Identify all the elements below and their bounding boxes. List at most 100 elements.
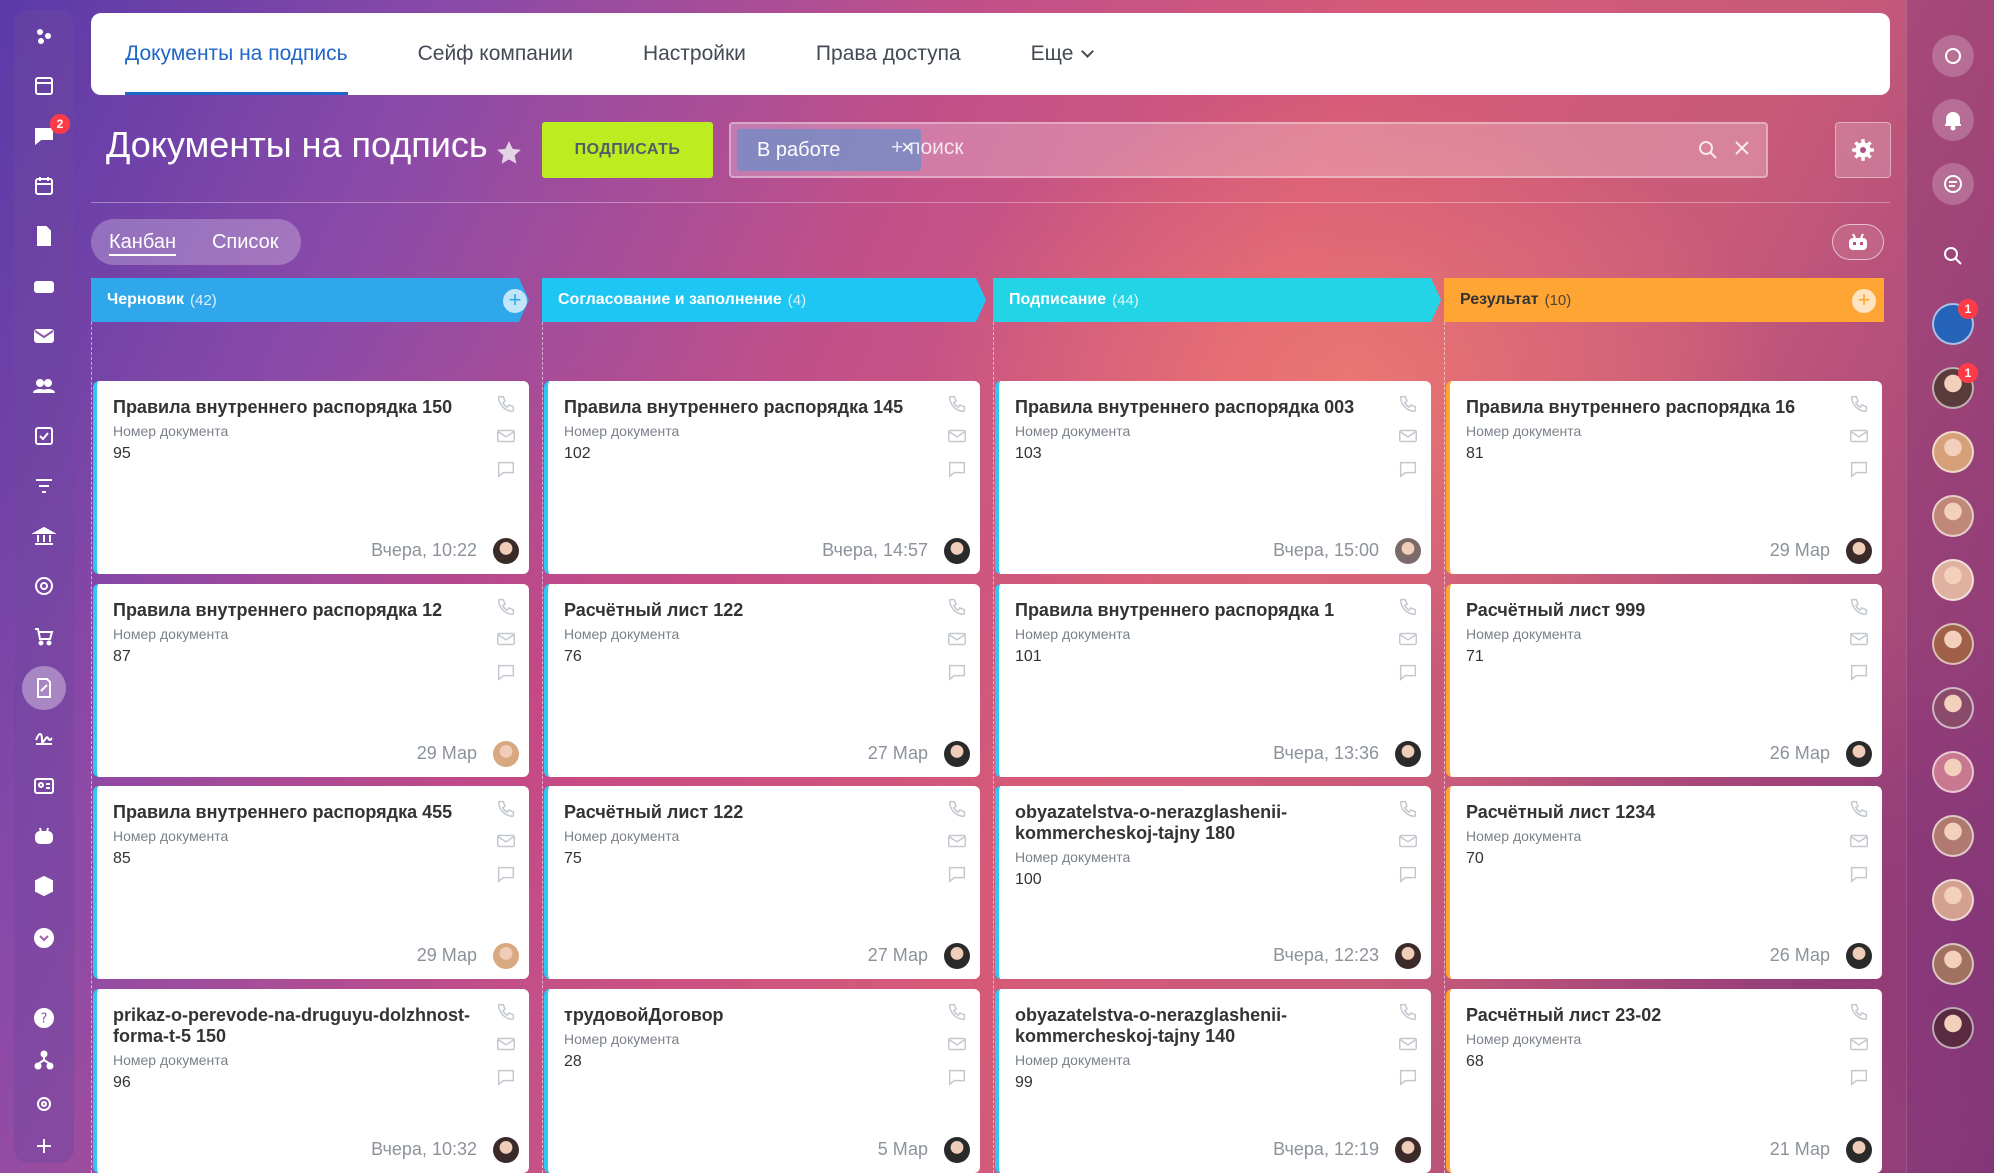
help-icon[interactable]: ? (28, 1002, 60, 1034)
comment-icon[interactable] (1397, 863, 1419, 885)
card-title[interactable]: Правила внутреннего распорядка 12 (113, 600, 473, 621)
comment-icon[interactable] (1848, 1066, 1870, 1088)
sign-button[interactable]: ПОДПИСАТЬ (542, 122, 713, 178)
mail-icon[interactable] (1848, 425, 1870, 447)
kanban-card[interactable]: трудовойДоговор Номер документа 28 5 Мар (544, 989, 980, 1173)
calendar-icon[interactable] (28, 170, 60, 202)
user-avatar[interactable] (1932, 687, 1974, 729)
kanban-card[interactable]: Расчётный лист 1234 Номер документа 70 26 М… (1446, 786, 1882, 979)
phone-icon[interactable] (946, 798, 968, 820)
bitrix-logo-icon[interactable] (28, 20, 60, 52)
card-avatar[interactable] (1846, 741, 1872, 767)
user-avatar[interactable] (1932, 751, 1974, 793)
mail-icon[interactable] (1848, 1033, 1870, 1055)
mail-icon[interactable] (946, 425, 968, 447)
view-kanban[interactable]: Канбан (109, 231, 176, 254)
bell-icon[interactable] (1932, 99, 1974, 141)
card-avatar[interactable] (1846, 538, 1872, 564)
comment-icon[interactable] (1397, 661, 1419, 683)
chat-icon[interactable]: 2 (28, 114, 70, 152)
user-avatar[interactable] (1932, 1007, 1974, 1049)
card-title[interactable]: Правила внутреннего распорядка 003 (1015, 397, 1375, 418)
comment-icon[interactable] (1848, 458, 1870, 480)
phone-icon[interactable] (495, 596, 517, 618)
card-avatar[interactable] (944, 741, 970, 767)
kanban-card[interactable]: Расчётный лист 122 Номер документа 76 27 Ма… (544, 584, 980, 777)
box-icon[interactable] (28, 870, 60, 902)
kanban-card[interactable]: prikaz-o-perevode-na-druguyu-dolzhnost-f… (93, 989, 529, 1173)
add-card-icon[interactable]: + (503, 289, 527, 313)
kanban-card[interactable]: Правила внутреннего распорядка 145 Номер … (544, 381, 980, 574)
copilot-icon[interactable] (1932, 35, 1974, 77)
column-header[interactable]: Согласование и заполнение (4) (542, 278, 986, 322)
card-title[interactable]: Правила внутреннего распорядка 455 (113, 802, 473, 823)
card-title[interactable]: Правила внутреннего распорядка 16 (1466, 397, 1826, 418)
tab-settings[interactable]: Настройки (643, 13, 746, 95)
column-header[interactable]: Подписание (44) (993, 278, 1441, 322)
mail-icon[interactable] (495, 425, 517, 447)
phone-icon[interactable] (1848, 1001, 1870, 1023)
mail-icon[interactable] (28, 320, 60, 352)
card-avatar[interactable] (493, 943, 519, 969)
card-title[interactable]: Расчётный лист 122 (564, 802, 924, 823)
card-avatar[interactable] (944, 1137, 970, 1163)
phone-icon[interactable] (1397, 393, 1419, 415)
phone-icon[interactable] (1397, 798, 1419, 820)
contact-card-icon[interactable] (28, 770, 60, 802)
card-avatar[interactable] (493, 741, 519, 767)
search-icon[interactable] (1696, 138, 1720, 162)
comment-icon[interactable] (1397, 1066, 1419, 1088)
user-avatar[interactable] (1932, 431, 1974, 473)
structure-icon[interactable] (28, 1044, 60, 1076)
search-filter-box[interactable]: В работе × + поиск (729, 122, 1768, 178)
phone-icon[interactable] (946, 1001, 968, 1023)
search-icon[interactable] (1932, 235, 1974, 277)
phone-icon[interactable] (946, 393, 968, 415)
column-header[interactable]: Результат (10) + (1444, 278, 1884, 322)
kanban-card[interactable]: Правила внутреннего распорядка 1 Номер до… (995, 584, 1431, 777)
card-avatar[interactable] (493, 538, 519, 564)
comment-icon[interactable] (946, 458, 968, 480)
card-avatar[interactable] (1395, 741, 1421, 767)
comment-icon[interactable] (1848, 863, 1870, 885)
tab-more[interactable]: Еще (1031, 13, 1095, 95)
kanban-card[interactable]: Правила внутреннего распорядка 455 Номер … (93, 786, 529, 979)
tab-documents-to-sign[interactable]: Документы на подпись (125, 13, 348, 95)
comment-icon[interactable] (495, 1066, 517, 1088)
comment-icon[interactable] (1397, 458, 1419, 480)
comment-icon[interactable] (946, 863, 968, 885)
user-avatar[interactable] (1932, 559, 1974, 601)
kanban-card[interactable]: Правила внутреннего распорядка 16 Номер д… (1446, 381, 1882, 574)
settings-gear-button[interactable] (1835, 122, 1891, 178)
filter-funnel-icon[interactable] (28, 470, 60, 502)
mail-icon[interactable] (946, 1033, 968, 1055)
comment-icon[interactable] (495, 661, 517, 683)
users-icon[interactable] (28, 370, 60, 402)
phone-icon[interactable] (1848, 798, 1870, 820)
phone-icon[interactable] (495, 393, 517, 415)
kanban-card[interactable]: Расчётный лист 122 Номер документа 75 27 Ма… (544, 786, 980, 979)
column-header[interactable]: Черновик (42) + (91, 278, 529, 322)
mail-icon[interactable] (495, 1033, 517, 1055)
mail-icon[interactable] (946, 628, 968, 650)
card-title[interactable]: Правила внутреннего распорядка 150 (113, 397, 473, 418)
phone-icon[interactable] (946, 596, 968, 618)
gear-icon[interactable] (28, 1088, 60, 1120)
robot-icon[interactable] (28, 820, 60, 852)
kanban-card[interactable]: Правила внутреннего распорядка 150 Номер … (93, 381, 529, 574)
mail-icon[interactable] (495, 830, 517, 852)
card-avatar[interactable] (493, 1137, 519, 1163)
comment-icon[interactable] (1848, 661, 1870, 683)
user-avatar[interactable] (1932, 879, 1974, 921)
robots-button[interactable] (1832, 224, 1884, 260)
feed-icon[interactable] (28, 70, 60, 102)
card-title[interactable]: Расчётный лист 23-02 (1466, 1005, 1826, 1026)
phone-icon[interactable] (1848, 393, 1870, 415)
kanban-card[interactable]: Правила внутреннего распорядка 003 Номер … (995, 381, 1431, 574)
messages-icon[interactable] (1932, 163, 1974, 205)
mail-icon[interactable] (1397, 628, 1419, 650)
plus-icon[interactable] (28, 1130, 60, 1162)
mail-icon[interactable] (1397, 830, 1419, 852)
comment-icon[interactable] (495, 863, 517, 885)
phone-icon[interactable] (495, 798, 517, 820)
